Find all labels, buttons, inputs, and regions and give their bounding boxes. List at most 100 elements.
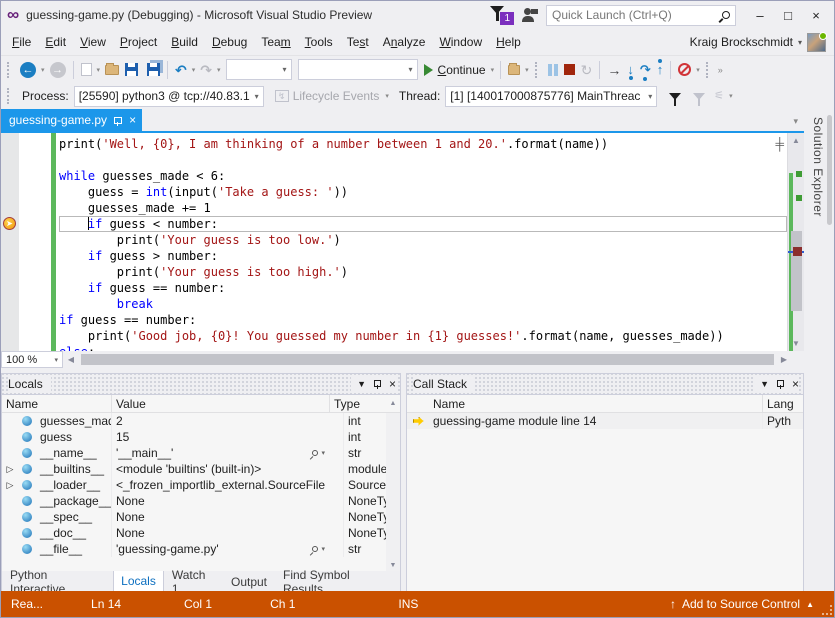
stop-button[interactable] bbox=[561, 59, 578, 81]
quick-launch-input[interactable]: Quick Launch (Ctrl+Q) bbox=[546, 5, 736, 26]
code-line[interactable]: break bbox=[59, 296, 787, 312]
panel-menu-icon[interactable]: ▼ bbox=[760, 379, 769, 389]
show-next-statement-button[interactable]: → bbox=[604, 59, 624, 81]
code-line[interactable]: if guess > number: bbox=[59, 248, 787, 264]
panel-menu-icon[interactable]: ▼ bbox=[357, 379, 366, 389]
editor-vertical-scrollbar[interactable]: ▲ ▼ bbox=[787, 133, 804, 351]
scroll-up-icon[interactable]: ▲ bbox=[386, 400, 400, 407]
menu-help[interactable]: Help bbox=[489, 31, 528, 53]
thread-dropdown[interactable]: [1] [140017000875776] MainThreac ▾ bbox=[445, 86, 657, 107]
pin-icon[interactable] bbox=[113, 115, 123, 125]
tab-close-icon[interactable]: × bbox=[129, 113, 136, 127]
filter-threads-button[interactable] bbox=[663, 85, 687, 107]
resize-grip[interactable] bbox=[822, 605, 832, 615]
redo-button[interactable]: ↷ bbox=[197, 59, 215, 81]
open-file-button[interactable] bbox=[102, 59, 122, 81]
expand-icon[interactable]: ▷ bbox=[7, 464, 14, 475]
menu-window[interactable]: Window bbox=[432, 31, 489, 53]
menu-team[interactable]: Team bbox=[254, 31, 297, 53]
user-account-button[interactable]: Kraig Brockschmidt bbox=[690, 35, 793, 49]
filter-flagged-button[interactable] bbox=[687, 85, 711, 107]
overflow-icon[interactable]: ▾ bbox=[727, 92, 735, 100]
code-line[interactable]: print('Your guess is too low.') bbox=[59, 232, 787, 248]
menu-file[interactable]: File bbox=[5, 31, 38, 53]
scroll-right-icon[interactable]: ▶ bbox=[776, 351, 792, 368]
menu-edit[interactable]: Edit bbox=[38, 31, 73, 53]
locals-row[interactable]: guess15int bbox=[2, 429, 400, 445]
scroll-down-icon[interactable]: ▼ bbox=[386, 562, 400, 569]
chevron-down-icon[interactable]: ▾ bbox=[321, 545, 325, 553]
code-line[interactable]: guesses_made += 1 bbox=[59, 200, 787, 216]
restart-button[interactable]: ↻ bbox=[578, 59, 596, 81]
new-file-dropdown-icon[interactable]: ▾ bbox=[95, 66, 103, 74]
current-statement-icon[interactable]: ➤ bbox=[3, 217, 16, 230]
code-line[interactable]: if guess < number: bbox=[59, 216, 787, 232]
overflow-icon[interactable]: ▾ bbox=[523, 66, 531, 74]
menu-tools[interactable]: Tools bbox=[298, 31, 340, 53]
locals-row[interactable]: __doc__NoneNoneTyp bbox=[2, 525, 400, 541]
solution-explorer-tab[interactable]: Solution Explorer bbox=[811, 117, 825, 217]
undo-dropdown-icon[interactable]: ▾ bbox=[190, 66, 198, 74]
code-text[interactable]: print('Well, {0}, I am thinking of a num… bbox=[59, 133, 787, 351]
redo-dropdown-icon[interactable]: ▾ bbox=[215, 66, 223, 74]
menu-project[interactable]: Project bbox=[113, 31, 164, 53]
locals-title-bar[interactable]: Locals ▼ × bbox=[2, 374, 400, 394]
back-dropdown-icon[interactable]: ▾ bbox=[39, 66, 47, 74]
code-line[interactable] bbox=[59, 152, 787, 168]
save-all-button[interactable] bbox=[141, 59, 163, 81]
locals-scrollbar[interactable]: ▼ bbox=[386, 413, 400, 571]
magnifier-icon[interactable] bbox=[312, 450, 318, 456]
step-out-button[interactable]: ↑ bbox=[654, 59, 667, 81]
feedback-button[interactable] bbox=[522, 8, 538, 22]
locals-row[interactable]: guesses_made2int bbox=[2, 413, 400, 429]
menu-analyze[interactable]: Analyze bbox=[376, 31, 433, 53]
panel-tab-watch-1[interactable]: Watch 1 bbox=[164, 571, 223, 592]
process-dropdown[interactable]: [25590] python3 @ tcp://40.83.191 ▾ bbox=[74, 86, 264, 107]
locals-row[interactable]: __package__NoneNoneTyp bbox=[2, 493, 400, 509]
menu-view[interactable]: View bbox=[73, 31, 113, 53]
scroll-up-icon[interactable]: ▲ bbox=[788, 136, 804, 145]
navigate-forward-button[interactable]: → bbox=[47, 59, 69, 81]
undo-button[interactable]: ↶ bbox=[172, 59, 190, 81]
scroll-left-icon[interactable]: ◀ bbox=[63, 351, 79, 368]
menu-test[interactable]: Test bbox=[340, 31, 376, 53]
toggle-breakpoints-button[interactable] bbox=[675, 59, 694, 81]
expand-icon[interactable]: ▷ bbox=[7, 480, 14, 491]
code-editor[interactable]: ➤ print('Well, {0}, I am thinking of a n… bbox=[1, 131, 804, 351]
navigate-back-button[interactable]: ← bbox=[17, 59, 39, 81]
locals-row[interactable]: __name__'__main__'▾str bbox=[2, 445, 400, 461]
locals-row[interactable]: __spec__NoneNoneTyp bbox=[2, 509, 400, 525]
chevron-down-icon[interactable]: ▾ bbox=[321, 449, 325, 457]
close-button[interactable]: × bbox=[802, 4, 830, 26]
toolbar-grip[interactable] bbox=[7, 62, 13, 78]
split-editor-handle[interactable]: ╪ bbox=[775, 137, 784, 151]
column-type[interactable]: Type bbox=[330, 395, 386, 412]
maximize-button[interactable]: □ bbox=[774, 4, 802, 26]
toolbar-combo-2[interactable]: ▾ bbox=[298, 59, 418, 80]
locals-row[interactable]: ▷__loader__<_frozen_importlib_external.S… bbox=[2, 477, 400, 493]
toolbar-combo-1[interactable]: ▾ bbox=[226, 59, 292, 80]
minimize-button[interactable]: – bbox=[746, 4, 774, 26]
step-into-button[interactable]: ↓ bbox=[624, 59, 637, 81]
locals-row[interactable]: ▷__builtins__<module 'builtins' (built-i… bbox=[2, 461, 400, 477]
scrollbar-thumb[interactable] bbox=[81, 354, 774, 365]
user-avatar[interactable] bbox=[807, 33, 826, 52]
breakpoints-dropdown-icon[interactable]: ▾ bbox=[694, 66, 702, 74]
tab-guessing-game[interactable]: guessing-game.py × bbox=[1, 109, 142, 131]
column-lang[interactable]: Lang bbox=[763, 395, 803, 412]
panel-tab-find-symbol-results[interactable]: Find Symbol Results bbox=[275, 571, 400, 592]
continue-button[interactable]: Continue bbox=[421, 59, 489, 81]
continue-dropdown-icon[interactable]: ▾ bbox=[489, 66, 497, 74]
breakpoint-margin[interactable]: ➤ bbox=[1, 133, 19, 351]
column-value[interactable]: Value bbox=[112, 395, 330, 412]
panel-tab-python-interactive[interactable]: Python Interactive bbox=[2, 571, 113, 592]
code-line[interactable]: while guesses_made < 6: bbox=[59, 168, 787, 184]
locals-row[interactable]: __file__'guessing-game.py'▾str bbox=[2, 541, 400, 557]
column-name[interactable]: Name bbox=[2, 395, 112, 412]
panel-tab-locals[interactable]: Locals bbox=[113, 571, 164, 592]
pin-icon[interactable] bbox=[373, 380, 382, 389]
column-name[interactable]: Name bbox=[429, 395, 763, 412]
pin-icon[interactable] bbox=[776, 380, 785, 389]
close-icon[interactable]: × bbox=[389, 377, 396, 391]
callstack-title-bar[interactable]: Call Stack ▼ × bbox=[407, 374, 803, 394]
